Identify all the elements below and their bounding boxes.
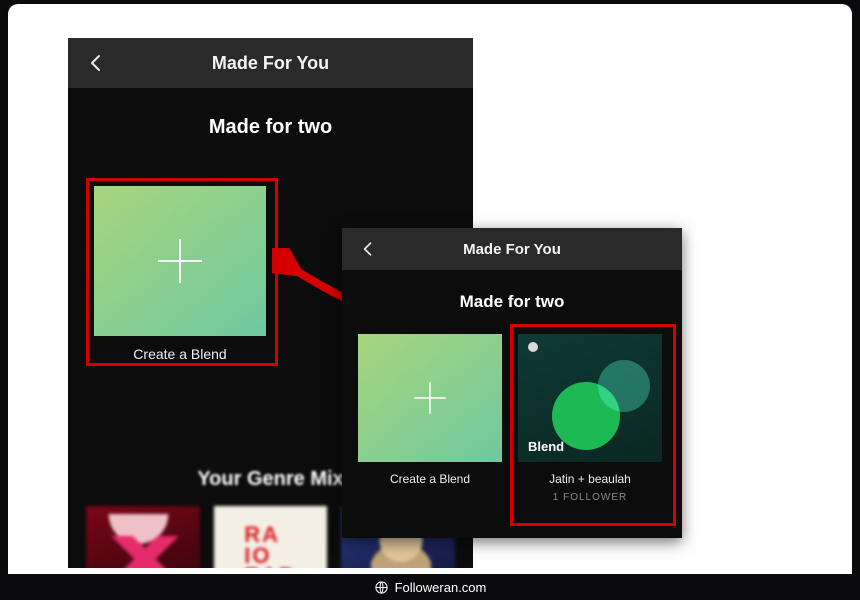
create-blend-label: Create a Blend — [94, 346, 266, 362]
radiohead-art-text: RAIOEAD — [244, 525, 296, 568]
genre-tile-rock[interactable]: RAIOEAD Rock Mix — [214, 506, 328, 568]
blend-art-caption: Blend — [528, 439, 564, 454]
made-for-two-row: Create a Blend Blend Jatin + beaulah 1 F… — [358, 334, 666, 503]
plus-icon — [408, 376, 452, 420]
screenshot-right: Made For You Made for two Create a Blend… — [342, 228, 682, 538]
back-arrow-icon[interactable] — [358, 239, 378, 259]
create-blend-art — [358, 334, 502, 462]
create-blend-tile[interactable]: Create a Blend — [358, 334, 502, 503]
app-header: Made For You — [68, 38, 473, 88]
create-blend-art — [94, 186, 266, 336]
section-title-made-for-two: Made for two — [342, 292, 682, 312]
footer-brand: Followeran.com — [395, 580, 487, 595]
section-title-made-for-two: Made for two — [68, 116, 473, 139]
globe-icon — [374, 580, 389, 595]
blend-playlist-tile[interactable]: Blend Jatin + beaulah 1 FOLLOWER — [518, 334, 662, 503]
header-title: Made For You — [68, 53, 473, 74]
page-footer: Followeran.com — [0, 574, 860, 600]
app-header: Made For You — [342, 228, 682, 270]
plus-icon — [152, 233, 208, 289]
create-blend-tile[interactable]: Create a Blend — [94, 186, 266, 362]
browser-content-frame: Made For You Made for two Create a Blend… — [8, 4, 852, 584]
header-title: Made For You — [342, 241, 682, 258]
create-blend-label: Create a Blend — [358, 472, 502, 486]
back-arrow-icon[interactable] — [84, 51, 108, 75]
blend-art: Blend — [518, 334, 662, 462]
genre-tile-pop[interactable]: Pop Mix — [86, 506, 200, 568]
blend-tile-subtitle: Jatin + beaulah — [518, 472, 662, 486]
blend-followers: 1 FOLLOWER — [518, 492, 662, 503]
